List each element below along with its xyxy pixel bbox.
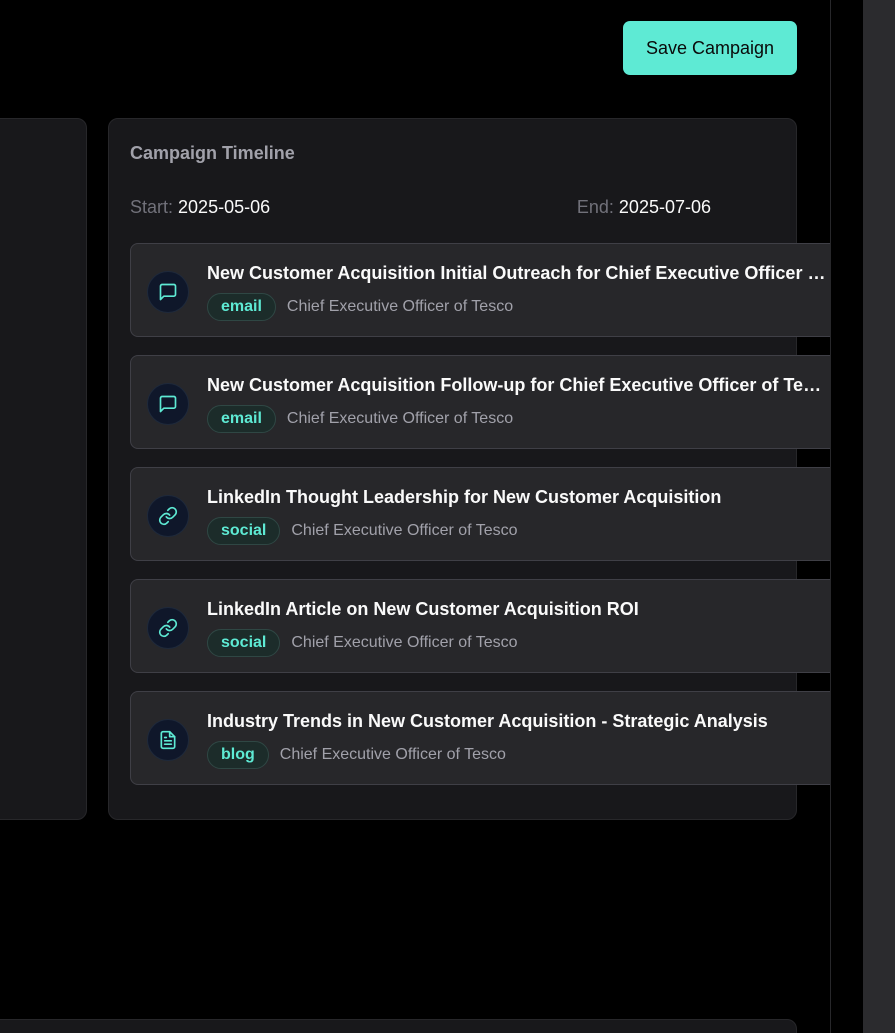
- timeline-item[interactable]: Industry Trends in New Customer Acquisit…: [130, 691, 831, 785]
- timeline-item-meta: email Chief Executive Officer of Tesco: [207, 405, 513, 433]
- timeline-item-title: LinkedIn Article on New Customer Acquisi…: [207, 599, 639, 619]
- end-label: End:: [576, 197, 614, 217]
- timeline-item-title: New Customer Acquisition Follow-up for C…: [207, 375, 831, 395]
- timeline-item[interactable]: LinkedIn Article on New Customer Acquisi…: [130, 579, 831, 673]
- link-icon: [147, 607, 189, 649]
- save-campaign-button[interactable]: Save Campaign: [623, 21, 797, 75]
- timeline-item-audience: Chief Executive Officer of Tesco: [286, 410, 514, 427]
- document-icon: [147, 719, 189, 761]
- timeline-item-audience: Chief Executive Officer of Tesco: [291, 522, 518, 539]
- gutter: [831, 0, 863, 1033]
- timeline-item-audience: Chief Executive Officer of Tesco: [279, 746, 506, 763]
- start-value: 2025-05-06: [178, 197, 271, 217]
- timeline-item-audience: Chief Executive Officer of Tesco: [291, 634, 518, 651]
- start-label: Start:: [130, 197, 174, 217]
- timeline-start-date: Start: 2025-05-06: [130, 197, 270, 218]
- link-icon: [147, 495, 189, 537]
- left-panel-card: [0, 118, 87, 820]
- timeline-item-meta: social Chief Executive Officer of Tesco: [207, 629, 518, 657]
- scrollbar[interactable]: [863, 0, 895, 1033]
- type-badge: email: [207, 293, 276, 321]
- timeline-item[interactable]: LinkedIn Thought Leadership for New Cust…: [130, 467, 831, 561]
- end-value: 2025-07-06: [618, 197, 711, 217]
- timeline-item-title: Industry Trends in New Customer Acquisit…: [207, 711, 768, 731]
- message-icon: [147, 383, 189, 425]
- type-badge: email: [207, 405, 276, 433]
- type-badge: blog: [207, 741, 269, 769]
- timeline-item[interactable]: New Customer Acquisition Follow-up for C…: [130, 355, 831, 449]
- main-content: Save Campaign Campaign Timeline Start: 2…: [0, 0, 831, 1033]
- timeline-item-meta: email Chief Executive Officer of Tesco: [207, 293, 513, 321]
- timeline-item-meta: blog Chief Executive Officer of Tesco: [207, 741, 506, 769]
- message-icon: [147, 271, 189, 313]
- timeline-end-date: End: 2025-07-06: [577, 197, 711, 218]
- timeline-item[interactable]: New Customer Acquisition Initial Outreac…: [130, 243, 831, 337]
- bottom-panel-card: [0, 1019, 797, 1033]
- type-badge: social: [207, 629, 281, 657]
- timeline-item-audience: Chief Executive Officer of Tesco: [286, 298, 514, 315]
- timeline-title: Campaign Timeline: [130, 143, 295, 163]
- type-badge: social: [207, 517, 281, 545]
- timeline-item-title: LinkedIn Thought Leadership for New Cust…: [207, 487, 722, 507]
- timeline-item-meta: social Chief Executive Officer of Tesco: [207, 517, 518, 545]
- timeline-item-title: New Customer Acquisition Initial Outreac…: [207, 263, 831, 283]
